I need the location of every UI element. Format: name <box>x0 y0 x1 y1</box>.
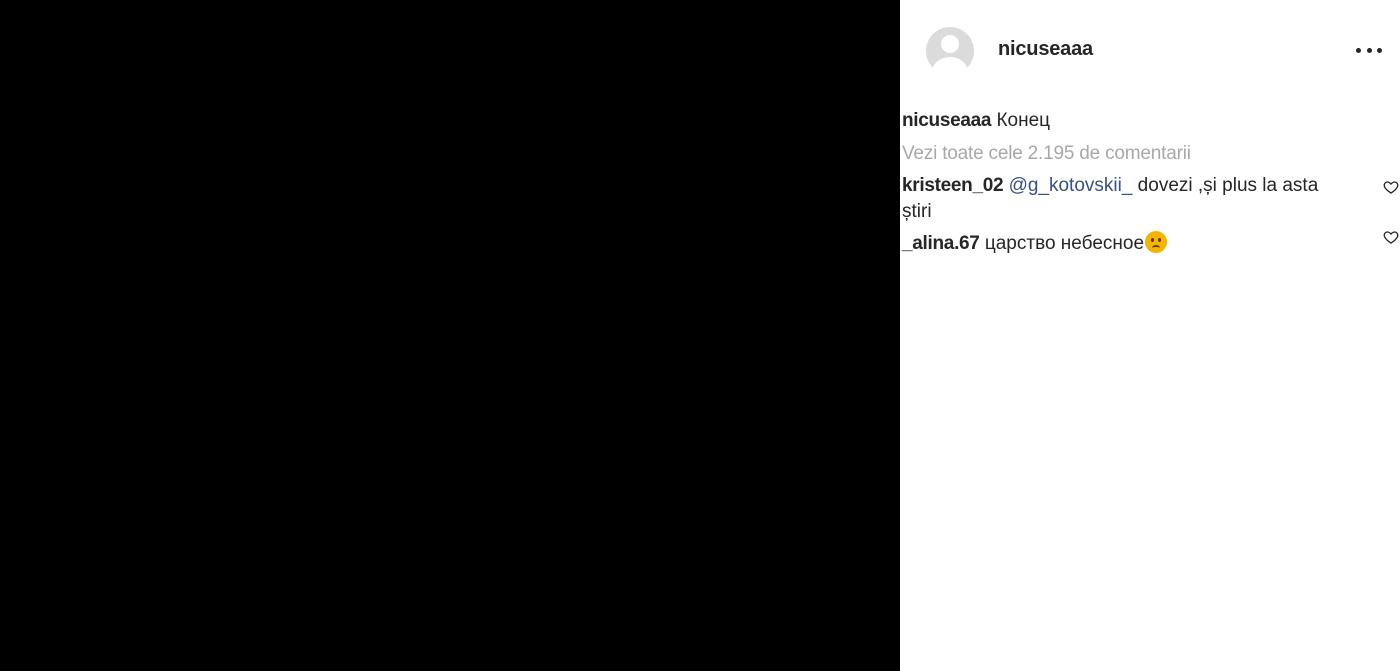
caption-username[interactable]: nicuseaaa <box>902 110 992 131</box>
comments-section: nicuseaaa Конец Vezi toate cele 2.195 de… <box>902 108 1399 257</box>
caption: nicuseaaa Конец <box>902 108 1382 134</box>
avatar-body-shape <box>932 57 968 75</box>
comment-item: _alina.67 царство небесное <box>902 231 1399 257</box>
caption-text: Конец <box>996 110 1051 131</box>
emoji-mouth <box>1152 245 1161 251</box>
more-options-icon[interactable] <box>1356 40 1382 60</box>
post-sidebar: nicuseaaa nicuseaaa Конец Vezi toate cel… <box>900 0 1400 671</box>
header-username[interactable]: nicuseaaa <box>998 38 1093 61</box>
view-all-comments-link[interactable]: Vezi toate cele 2.195 de comentarii <box>902 141 1382 167</box>
comment-item: kristeen_02 @g_kotovskii_ dovezi ,și plu… <box>902 173 1399 225</box>
comment-mention-link[interactable]: @g_kotovskii_ <box>1009 175 1133 196</box>
sad-face-emoji-icon <box>1145 231 1168 253</box>
post-header: nicuseaaa <box>900 0 1400 100</box>
more-dot <box>1366 47 1372 53</box>
comment-username[interactable]: _alina.67 <box>902 233 980 254</box>
post-media[interactable] <box>0 0 900 671</box>
more-dot <box>1356 47 1361 53</box>
comment-text-block: _alina.67 царство небесное <box>902 231 1352 257</box>
heart-icon[interactable] <box>1383 179 1399 195</box>
comment-text: царство небесное <box>984 233 1145 254</box>
avatar[interactable] <box>926 27 974 75</box>
heart-icon[interactable] <box>1383 229 1399 245</box>
comment-text-block: kristeen_02 @g_kotovskii_ dovezi ,și plu… <box>902 173 1352 225</box>
avatar-head-shape <box>941 35 959 53</box>
more-dot <box>1377 47 1382 53</box>
comment-username[interactable]: kristeen_02 <box>902 175 1004 196</box>
post-view: nicuseaaa nicuseaaa Конец Vezi toate cel… <box>0 0 1400 671</box>
